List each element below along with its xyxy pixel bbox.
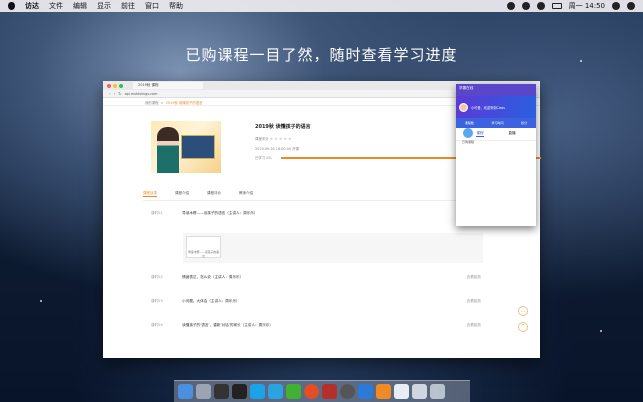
lesson-row[interactable]: 课时02 情绪表达，怎么说（主讲人：周乐乐） 查看回放 xyxy=(151,275,481,280)
lesson-title[interactable]: 情绪表达，怎么说（主讲人：周乐乐） xyxy=(182,275,243,279)
menu-help[interactable]: 帮助 xyxy=(169,1,183,11)
lesson-number: 课时02 xyxy=(151,275,163,279)
menu-window[interactable]: 窗口 xyxy=(145,1,159,11)
course-rating: 课程评分 ★★★★★ xyxy=(255,136,293,141)
tab-teacher[interactable]: 教师介绍 xyxy=(239,191,253,197)
panel-header: 学霸在线 xyxy=(456,84,536,96)
panel-tab-courses[interactable]: 课程 xyxy=(476,131,484,137)
address-bar[interactable]: api.mshtslings.com xyxy=(125,92,158,96)
replay-link[interactable]: 查看回放 xyxy=(467,275,481,280)
launchpad-icon[interactable] xyxy=(196,384,211,399)
vlc-icon[interactable] xyxy=(376,384,391,399)
breadcrumb-current: 2019秋 读懂孩子的语言 xyxy=(165,101,203,105)
lesson-title[interactable]: 导读木楞——谈孩子的语言（主讲人：周乐乐） xyxy=(182,211,257,215)
promo-headline: 已购课程一目了然，随时查看学习进度 xyxy=(185,46,458,64)
course-cover-image xyxy=(151,121,221,173)
finder-icon[interactable] xyxy=(178,384,193,399)
search-icon[interactable] xyxy=(612,2,620,10)
back-icon[interactable]: ‹ xyxy=(109,91,111,96)
filezilla-icon[interactable] xyxy=(322,384,337,399)
cover-sign xyxy=(181,135,215,159)
breadcrumb-root[interactable]: 我的课程 xyxy=(145,101,159,105)
lesson-video-card[interactable]: 导读木楞——谈孩子的语言 xyxy=(183,233,483,263)
tab-catalog[interactable]: 课程目录 xyxy=(143,191,157,197)
replay-link[interactable]: 查看回放 xyxy=(467,323,481,328)
qq-icon[interactable] xyxy=(250,384,265,399)
panel-stats: 课程数 学习时间 积分 xyxy=(456,118,536,128)
video-thumbnail[interactable]: 导读木楞——谈孩子的语言 xyxy=(186,236,221,258)
course-start-time: 2019-09-26 18:00:00 开课 xyxy=(255,147,299,151)
zoom-icon[interactable] xyxy=(119,83,123,88)
close-icon[interactable] xyxy=(107,83,111,88)
dock xyxy=(174,380,470,402)
lesson-row[interactable]: 课时03 小问题，大体会（主讲人：周乐乐） 查看回放 xyxy=(151,299,481,304)
panel-user-greeting: 小可爱，欢迎来到Class xyxy=(471,105,505,110)
minimize-icon[interactable] xyxy=(113,83,117,88)
scroll-top-icon[interactable]: ^ xyxy=(518,322,528,332)
document-icon[interactable] xyxy=(394,384,409,399)
stat-courses: 课程数 xyxy=(464,121,474,125)
battery-icon[interactable] xyxy=(551,3,562,9)
notification-icon[interactable] xyxy=(521,2,530,10)
stat-time: 学习时间 xyxy=(491,121,504,125)
k-app-icon[interactable] xyxy=(358,384,373,399)
menu-list-icon[interactable] xyxy=(627,2,635,10)
lesson-title[interactable]: 小问题，大体会（主讲人：周乐乐） xyxy=(182,299,240,303)
course-title: 2019秋 读懂孩子的语言 xyxy=(255,124,311,130)
downloads-icon[interactable] xyxy=(412,384,427,399)
section-tabs: 课程目录 课程介绍 课程评价 教师介绍 xyxy=(143,191,483,201)
lesson-row[interactable]: 课时01 导读木楞——谈孩子的语言（主讲人：周乐乐） xyxy=(151,211,481,216)
apple-icon[interactable] xyxy=(8,2,15,10)
menu-file[interactable]: 文件 xyxy=(49,1,63,11)
book-icon xyxy=(463,128,473,138)
tab-intro[interactable]: 课程介绍 xyxy=(175,191,189,197)
trash-icon[interactable] xyxy=(430,384,445,399)
replay-link[interactable]: 查看回放 xyxy=(467,299,481,304)
status-icon[interactable] xyxy=(506,2,515,10)
rating-stars: ★★★★★ xyxy=(269,136,293,141)
menu-view[interactable]: 显示 xyxy=(97,1,111,11)
course-rating-label: 课程评分 xyxy=(255,137,269,141)
chrome-icon[interactable] xyxy=(304,384,319,399)
lesson-row[interactable]: 课时04 读懂孩子的‘语言’，重新‘对话’的家长（主讲人：周乐乐） 查看回放 xyxy=(151,323,481,328)
chat-icon[interactable]: … xyxy=(518,306,528,316)
purchased-courses-item[interactable]: 已购课程 xyxy=(462,128,474,144)
terminal-icon[interactable] xyxy=(214,384,229,399)
app-popup-panel: 学霸在线 小可爱，欢迎来到Class 课程数 学习时间 积分 课程 直播 已购课… xyxy=(456,84,536,226)
vscode-icon[interactable] xyxy=(268,384,283,399)
panel-user: 小可爱，欢迎来到Class xyxy=(456,96,536,118)
system-prefs-icon[interactable] xyxy=(340,384,355,399)
teacher-photo xyxy=(157,127,179,173)
lesson-number: 课时01 xyxy=(151,211,163,215)
menu-app-name[interactable]: 访达 xyxy=(25,1,39,11)
forward-icon[interactable]: › xyxy=(114,91,116,96)
wifi-icon[interactable] xyxy=(536,2,545,10)
avatar[interactable] xyxy=(459,102,468,112)
lesson-title[interactable]: 读懂孩子的‘语言’，重新‘对话’的家长（主讲人：周乐乐） xyxy=(182,323,273,327)
menu-edit[interactable]: 编辑 xyxy=(73,1,87,11)
browser-tab[interactable]: 2019秋 课程 xyxy=(133,82,203,89)
tab-reviews[interactable]: 课程评价 xyxy=(207,191,221,197)
menu-go[interactable]: 前往 xyxy=(121,1,135,11)
menu-bar: 访达 文件 编辑 显示 前往 窗口 帮助 周一 14:50 xyxy=(0,0,643,12)
lesson-number: 课时03 xyxy=(151,299,163,303)
clock[interactable]: 周一 14:50 xyxy=(569,1,605,11)
app-icon[interactable] xyxy=(232,384,247,399)
wechat-icon[interactable] xyxy=(286,384,301,399)
lesson-number: 课时04 xyxy=(151,323,163,327)
purchased-courses-label: 已购课程 xyxy=(462,140,475,144)
course-progress-label: 已学习 0% xyxy=(255,156,272,160)
reload-icon[interactable]: ↻ xyxy=(118,91,121,96)
panel-tab-live[interactable]: 直播 xyxy=(508,131,515,137)
stat-points: 积分 xyxy=(521,121,528,125)
